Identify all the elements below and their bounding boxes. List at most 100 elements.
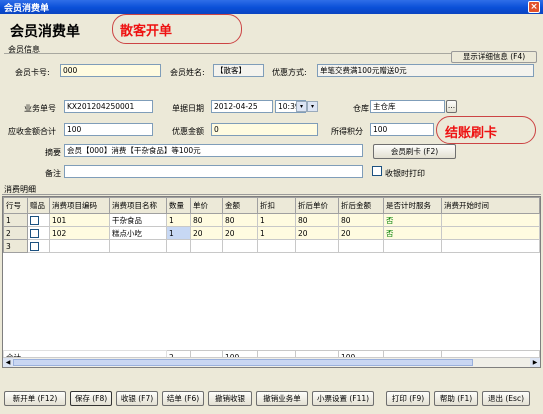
discount-amount-input[interactable]: 0 (211, 123, 318, 136)
warehouse-label: 仓库 (353, 104, 369, 113)
col-header[interactable]: 折后金额 (338, 197, 384, 214)
save-button[interactable]: 保存 (F8) (70, 391, 112, 406)
cancel-order-button[interactable]: 撤销业务单 (256, 391, 308, 406)
gift-checkbox[interactable] (30, 215, 39, 225)
amount-cell[interactable]: 80 (222, 213, 258, 227)
cancel-checkout-button[interactable]: 撤销收银 (208, 391, 252, 406)
qty-cell[interactable]: 1 (166, 226, 191, 240)
warehouse-field[interactable]: 主仓库 (370, 100, 445, 113)
discount-cell[interactable]: 1 (257, 226, 296, 240)
col-header[interactable]: 单价 (190, 197, 223, 214)
col-header[interactable]: 消费项目名称 (109, 197, 167, 214)
help-button[interactable]: 帮助 (F1) (434, 391, 478, 406)
discount-method-label: 优惠方式: (272, 68, 307, 77)
item-name-cell[interactable]: 糕点小吃 (109, 226, 167, 240)
net-price-cell[interactable]: 80 (295, 213, 339, 227)
qty-cell[interactable]: 1 (166, 213, 191, 227)
remark-input[interactable] (64, 165, 363, 178)
net-amount-cell[interactable] (338, 239, 384, 253)
item-name-cell[interactable]: 干杂食品 (109, 213, 167, 227)
col-header[interactable]: 消费开始时间 (441, 197, 540, 214)
gift-checkbox[interactable] (30, 228, 39, 238)
row-number: 1 (3, 213, 28, 227)
net-amount-cell[interactable]: 20 (338, 226, 384, 240)
show-details-button[interactable]: 显示详细信息 (F4) (451, 51, 537, 63)
title-bar: 会员消费单 × (0, 0, 543, 14)
time-spin-icon[interactable]: ▾ (296, 101, 307, 112)
points-label: 所得积分 (331, 127, 363, 136)
card-input[interactable]: 000 (60, 64, 161, 77)
horizontal-scrollbar[interactable]: ◀ ▶ (3, 357, 540, 367)
summary-label: 摘要 (45, 148, 61, 157)
close-order-button[interactable]: 结单 (F6) (162, 391, 204, 406)
table-row[interactable]: 3 (3, 239, 540, 253)
item-code-cell[interactable]: 102 (49, 226, 110, 240)
date-label: 单据日期 (172, 104, 204, 113)
points-field: 100 (370, 123, 434, 136)
col-header[interactable]: 是否计时服务 (383, 197, 442, 214)
col-header[interactable]: 折扣 (257, 197, 296, 214)
start-time-cell[interactable] (441, 213, 540, 227)
col-header[interactable]: 折后单价 (295, 197, 339, 214)
amount-cell[interactable]: 20 (222, 226, 258, 240)
scroll-left-icon[interactable]: ◀ (3, 358, 13, 367)
gift-cell[interactable] (27, 239, 50, 253)
summary-field[interactable]: 会员【000】消费【干杂食品】等100元 (64, 144, 363, 157)
name-field: 【散客】 (213, 64, 264, 77)
price-cell[interactable]: 20 (190, 226, 223, 240)
receipt-settings-button[interactable]: 小票设置 (F11) (312, 391, 374, 406)
row-number: 2 (3, 226, 28, 240)
receivable-field: 100 (64, 123, 153, 136)
col-header[interactable]: 数量 (166, 197, 191, 214)
start-time-cell[interactable] (441, 239, 540, 253)
price-cell[interactable] (190, 239, 223, 253)
discount-cell[interactable] (257, 239, 296, 253)
discount-cell[interactable]: 1 (257, 213, 296, 227)
timed-service-cell[interactable]: 否 (383, 226, 442, 240)
warehouse-browse-button[interactable]: ... (446, 100, 457, 113)
gift-cell[interactable] (27, 226, 50, 240)
date-dropdown-icon[interactable]: ▾ (307, 101, 318, 112)
gift-cell[interactable] (27, 213, 50, 227)
remark-label: 备注 (45, 169, 61, 178)
item-code-cell[interactable] (49, 239, 110, 253)
detail-tab[interactable]: 消费明细 (2, 183, 541, 195)
scrollbar-thumb[interactable] (13, 359, 473, 366)
card-swipe-button[interactable]: 会员刷卡 (F2) (373, 144, 456, 159)
order-no-field[interactable]: KX201204250001 (64, 100, 153, 113)
table-row[interactable]: 2 102 糕点小吃 1 20 20 1 20 20 否 (3, 226, 540, 240)
checkout-button[interactable]: 收银 (F7) (116, 391, 158, 406)
date-field[interactable]: 2012-04-25 (211, 100, 273, 113)
print-button[interactable]: 打印 (F9) (386, 391, 430, 406)
item-name-cell[interactable] (109, 239, 167, 253)
discount-method-field: 单笔交费满100元赠送0元 (317, 64, 534, 77)
timed-service-cell[interactable] (383, 239, 442, 253)
print-on-close-label: 收银时打印 (385, 169, 425, 178)
name-label: 会员姓名: (170, 68, 205, 77)
print-on-close-checkbox[interactable] (372, 166, 382, 176)
net-amount-cell[interactable]: 80 (338, 213, 384, 227)
exit-button[interactable]: 退出 (Esc) (482, 391, 530, 406)
price-cell[interactable]: 80 (190, 213, 223, 227)
col-header[interactable]: 赠品 (27, 197, 50, 214)
start-time-cell[interactable] (441, 226, 540, 240)
col-header[interactable]: 金额 (222, 197, 258, 214)
new-order-button[interactable]: 新开单 (F12) (4, 391, 66, 406)
col-header[interactable]: 消费项目编码 (49, 197, 110, 214)
header-row: 行号 赠品 消费项目编码 消费项目名称 数量 单价 金额 折扣 折后单价 折后金… (3, 197, 540, 214)
scroll-right-icon[interactable]: ▶ (530, 358, 540, 367)
window-title: 会员消费单 (4, 4, 50, 14)
amount-cell[interactable] (222, 239, 258, 253)
col-header[interactable]: 行号 (3, 197, 28, 214)
discount-amount-label: 优惠金额 (172, 127, 204, 136)
timed-service-cell[interactable]: 否 (383, 213, 442, 227)
table-row[interactable]: 1 101 干杂食品 1 80 80 1 80 80 否 (3, 213, 540, 227)
net-price-cell[interactable] (295, 239, 339, 253)
qty-cell[interactable] (166, 239, 191, 253)
detail-grid[interactable]: 行号 赠品 消费项目编码 消费项目名称 数量 单价 金额 折扣 折后单价 折后金… (2, 196, 541, 368)
item-code-cell[interactable]: 101 (49, 213, 110, 227)
gift-checkbox[interactable] (30, 241, 39, 251)
close-button[interactable]: × (528, 1, 540, 13)
annotation-top: 散客开单 (120, 24, 173, 39)
net-price-cell[interactable]: 20 (295, 226, 339, 240)
